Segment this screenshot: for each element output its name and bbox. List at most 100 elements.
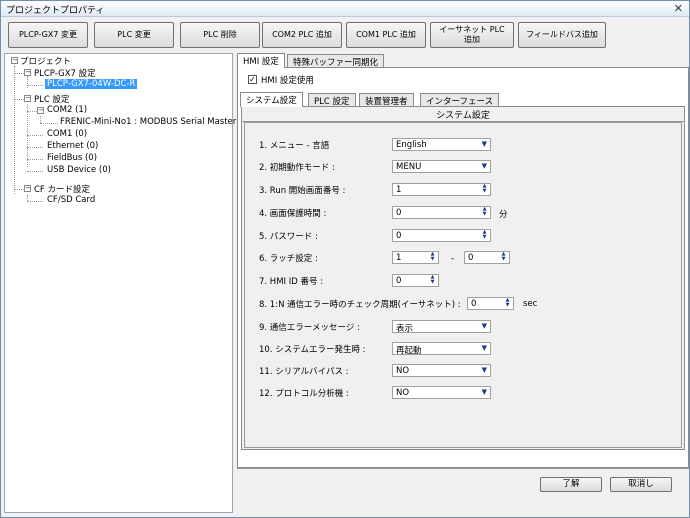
window-title: プロジェクトプロパティ	[6, 6, 105, 16]
spinner-arrows-icon[interactable]: ▲ ▼	[500, 252, 507, 263]
tree-node-fieldbus[interactable]: FieldBus (0)	[47, 153, 97, 163]
tree-node-gx7-model[interactable]: PLCP-GX7-04W-DC-R	[45, 79, 138, 89]
project-tree[interactable]: − プロジェクト − PLCP-GX7 設定 PLCP-GX7-04W-DC-R…	[4, 53, 236, 513]
run-start-screen-spinner[interactable]: 1 ▲ ▼	[392, 183, 491, 196]
tree-guide	[14, 99, 24, 100]
tab-device-admin[interactable]: 装置管理者	[359, 93, 414, 107]
tree-guide	[27, 147, 43, 148]
dropdown-arrow-icon: ▼	[481, 162, 487, 170]
close-icon[interactable]: ✕	[674, 2, 683, 15]
system-error-dropdown[interactable]: 再起動 ▼	[392, 342, 491, 356]
hmi-id-spinner[interactable]: 0 ▲ ▼	[392, 274, 439, 287]
serial-bypass-dropdown[interactable]: NO ▼	[392, 364, 491, 377]
spinner-arrows-icon[interactable]: ▲ ▼	[504, 298, 511, 309]
startup-mode-label: 2. 初期動作モード :	[259, 163, 335, 173]
tree-node-cf-settings[interactable]: CF カード設定	[34, 183, 90, 195]
section-title: システム設定	[436, 111, 490, 121]
screen-saver-unit: 分	[499, 210, 508, 220]
title-bar: プロジェクトプロパティ ✕	[1, 1, 689, 17]
tree-node-com1[interactable]: COM1 (0)	[47, 129, 87, 139]
tree-node-ethernet[interactable]: Ethernet (0)	[47, 141, 98, 151]
system-settings-page: システム設定 1. メニュー - 言語 English ▼ 2. 初期動作モード…	[241, 106, 685, 450]
tree-guide	[14, 189, 24, 190]
password-value: 0	[396, 231, 402, 241]
comm-error-message-label: 9. 通信エラーメッセージ :	[259, 323, 360, 333]
tree-node-gx7-settings[interactable]: PLCP-GX7 設定	[34, 67, 96, 79]
hmi-id-value: 0	[396, 276, 402, 286]
tree-guide	[40, 116, 41, 123]
latch-end-value: 0	[468, 253, 474, 263]
hmi-settings-page: ✓ HMI 設定使用 システム設定 PLC 設定 装置管理者 インターフェース …	[237, 67, 689, 468]
tree-node-com2[interactable]: COM2 (1)	[47, 105, 87, 115]
add-fieldbus-button[interactable]: フィールドバス追加	[518, 22, 606, 48]
tab-plc-settings[interactable]: PLC 設定	[308, 93, 356, 107]
startup-mode-value: MENU	[396, 162, 422, 172]
language-dropdown[interactable]: English ▼	[392, 138, 491, 151]
system-error-value: 再起動	[396, 346, 422, 356]
protocol-analyzer-value: NO	[396, 388, 410, 398]
latch-label: 6. ラッチ設定 :	[259, 254, 318, 264]
tab-hmi-settings[interactable]: HMI 設定	[237, 53, 285, 68]
tree-root-project[interactable]: プロジェクト	[20, 55, 71, 67]
language-value: English	[396, 140, 427, 150]
tab-interface[interactable]: インターフェース	[420, 93, 500, 107]
tree-guide	[27, 201, 43, 202]
tree-node-cfsd[interactable]: CF/SD Card	[47, 195, 95, 205]
run-start-screen-label: 3. Run 開始画面番号 :	[259, 186, 346, 196]
add-ethernet-plc-button[interactable]: イーサネット PLC 追加	[430, 22, 514, 48]
startup-mode-dropdown[interactable]: MENU ▼	[392, 160, 491, 173]
expand-icon[interactable]: −	[24, 185, 31, 192]
comm-error-message-dropdown[interactable]: 表示 ▼	[392, 320, 491, 334]
latch-start-value: 1	[396, 253, 402, 263]
dropdown-arrow-icon: ▼	[481, 388, 487, 396]
settings-panel: HMI 設定 特殊バッファー同期化 ✓ HMI 設定使用 システム設定 PLC …	[237, 53, 689, 468]
comm-error-check-label: 8. 1:N 通信エラー時のチェック周期(イーサネット) :	[259, 300, 461, 310]
expand-icon[interactable]: −	[24, 69, 31, 76]
password-spinner[interactable]: 0 ▲ ▼	[392, 229, 491, 242]
spinner-arrows-icon[interactable]: ▲ ▼	[429, 275, 436, 286]
protocol-analyzer-dropdown[interactable]: NO ▼	[392, 386, 491, 399]
comm-error-check-value: 0	[471, 299, 477, 309]
project-properties-window: プロジェクトプロパティ ✕ PLCP-GX7 変更 PLC 変更 PLC 削除 …	[0, 0, 690, 518]
tree-guide	[27, 171, 43, 172]
latch-end-spinner[interactable]: 0 ▲ ▼	[464, 251, 510, 264]
expand-icon[interactable]: −	[24, 95, 31, 102]
screen-saver-value: 0	[396, 208, 402, 218]
spinner-arrows-icon[interactable]: ▲ ▼	[481, 230, 488, 241]
hmi-enable-checkbox[interactable]: ✓	[248, 75, 257, 84]
hmi-enable-label: HMI 設定使用	[261, 76, 314, 86]
ok-button[interactable]: 了解	[540, 477, 602, 492]
delete-plc-button[interactable]: PLC 削除	[180, 22, 260, 48]
dropdown-arrow-icon: ▼	[481, 344, 487, 352]
tree-guide	[14, 73, 24, 74]
spinner-arrows-icon[interactable]: ▲ ▼	[481, 207, 488, 218]
dropdown-arrow-icon: ▼	[481, 322, 487, 330]
change-plc-button[interactable]: PLC 変更	[94, 22, 174, 48]
serial-bypass-label: 11. シリアルバイパス :	[259, 367, 349, 377]
expand-icon[interactable]: −	[37, 107, 44, 114]
comm-error-check-spinner[interactable]: 0 ▲ ▼	[467, 297, 514, 310]
button-bar-divider	[237, 468, 689, 469]
screen-saver-spinner[interactable]: 0 ▲ ▼	[392, 206, 491, 219]
add-com1-plc-button[interactable]: COM1 PLC 追加	[346, 22, 426, 48]
tree-guide	[27, 111, 37, 112]
tree-node-plc-settings[interactable]: PLC 設定	[34, 93, 70, 105]
expand-icon[interactable]: −	[11, 57, 18, 64]
tab-special-buffer-sync[interactable]: 特殊バッファー同期化	[287, 54, 385, 68]
tree-node-frenic[interactable]: FRENIC-Mini-No1 : MODBUS Serial Master	[60, 117, 236, 127]
protocol-analyzer-label: 12. プロトコル分析機 :	[259, 389, 349, 399]
cancel-button[interactable]: 取消し	[610, 477, 672, 492]
tree-guide	[14, 66, 15, 194]
spinner-arrows-icon[interactable]: ▲ ▼	[429, 252, 436, 263]
tab-system-settings[interactable]: システム設定	[240, 92, 303, 107]
tree-node-usb[interactable]: USB Device (0)	[47, 165, 111, 175]
spinner-arrows-icon[interactable]: ▲ ▼	[481, 184, 488, 195]
system-error-label: 10. システムエラー発生時 :	[259, 345, 366, 355]
latch-start-spinner[interactable]: 1 ▲ ▼	[392, 251, 439, 264]
tree-guide	[40, 123, 58, 124]
password-label: 5. パスワード :	[259, 232, 318, 242]
tree-guide	[27, 135, 43, 136]
add-com2-plc-button[interactable]: COM2 PLC 追加	[262, 22, 342, 48]
change-gx7-button[interactable]: PLCP-GX7 変更	[8, 22, 88, 48]
serial-bypass-value: NO	[396, 366, 410, 376]
